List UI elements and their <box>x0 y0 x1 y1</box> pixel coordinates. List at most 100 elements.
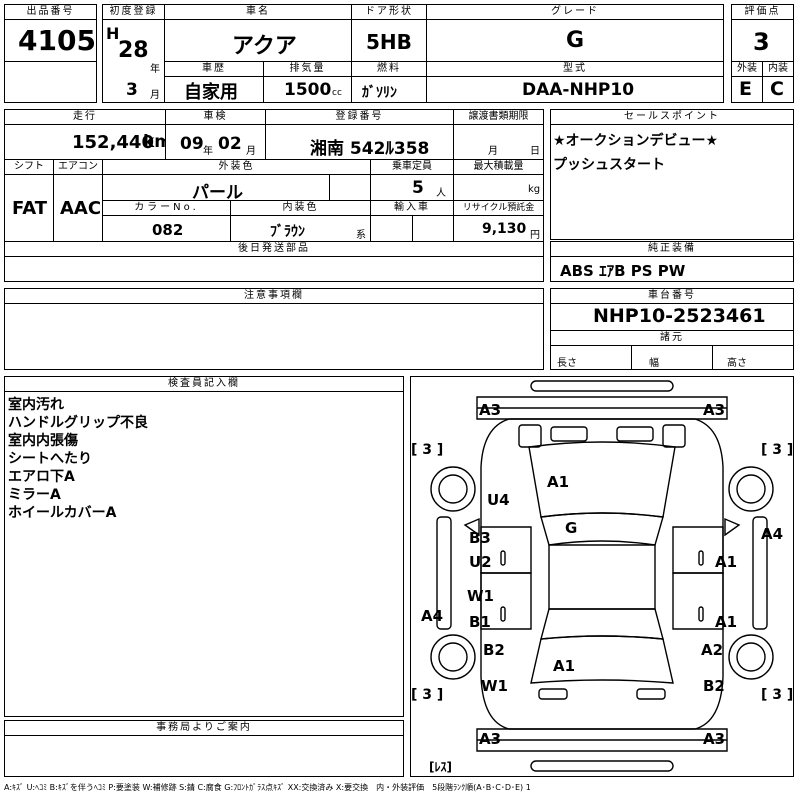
dims-label: 諸元 <box>550 330 794 346</box>
mark: A4 <box>421 607 443 625</box>
inspector-line: シートへたり <box>8 451 92 467</box>
shift-label: シフト <box>4 159 54 175</box>
mark: W1 <box>467 587 494 605</box>
mark: A1 <box>715 613 737 631</box>
lot-number: 4105 <box>18 24 96 57</box>
exterior-label: 外装 <box>731 61 763 77</box>
office-label: 事務局よりご案内 <box>4 720 404 736</box>
inspection-year-unit: 年 <box>203 146 213 157</box>
mark: A3 <box>479 730 501 748</box>
transfer-month-unit: 月 <box>488 146 498 157</box>
recycle-unit: 円 <box>530 230 540 241</box>
mark: A3 <box>479 401 501 419</box>
mark: B2 <box>483 641 505 659</box>
inspection-month: 02 <box>218 134 242 154</box>
notes-box <box>4 303 544 370</box>
mark: [ 3 ] <box>411 687 443 703</box>
capacity-unit: 人 <box>436 188 446 199</box>
office-box <box>4 735 404 777</box>
model-label: 型式 <box>426 61 724 77</box>
inspector-line: ミラーA <box>8 487 61 503</box>
aircon-value: AAC <box>60 198 102 219</box>
recycle-value: 9,130 <box>482 221 527 237</box>
color-label: 外装色 <box>102 159 371 175</box>
inspection-month-unit: 月 <box>246 146 256 157</box>
chassis-value: NHP10-2523461 <box>593 305 766 327</box>
mark: [ 3 ] <box>411 442 443 458</box>
car-name-value: アクア <box>232 34 297 59</box>
mark: G <box>565 519 577 537</box>
car-name-label: 車名 <box>164 4 352 20</box>
color-divider <box>329 174 330 201</box>
plate-label: 登録番号 <box>265 109 454 125</box>
first-reg-year-unit: 年 <box>150 64 160 75</box>
import-divider <box>412 215 413 242</box>
fuel-label: 燃料 <box>351 61 427 77</box>
inspector-line: ホイールカバーA <box>8 505 117 521</box>
mark: A4 <box>761 525 783 543</box>
int-color-label: 内装色 <box>230 200 371 216</box>
sales-point-label: セールスポイント <box>550 109 794 125</box>
first-reg-month: 3 <box>126 80 138 100</box>
dims-divider <box>631 345 632 370</box>
dims-length-label: 長さ <box>557 358 577 369</box>
door-value: 5HB <box>366 30 412 54</box>
inspector-line: ハンドルグリップ不良 <box>8 415 148 431</box>
exterior-value: E <box>739 78 752 100</box>
dims-height-label: 高さ <box>727 358 747 369</box>
mark: A3 <box>703 730 725 748</box>
capacity-value: 5 <box>412 178 424 198</box>
grade-label: グレード <box>426 4 724 20</box>
mark: [ 3 ] <box>761 687 793 703</box>
plate-value: 湘南 542ﾙ358 <box>310 139 430 159</box>
score-value: 3 <box>753 28 770 56</box>
notes-label: 注意事項欄 <box>4 288 544 304</box>
mark: [ﾚｽ] <box>429 760 452 774</box>
damage-diagram: A3 A3 [ 3 ] [ 3 ] A1 U4 G A4 B3 U2 A1 W1… <box>410 376 794 777</box>
color-no-value: 082 <box>152 221 184 239</box>
mark: B1 <box>469 613 491 631</box>
sales-point-line: ★オークションデビュー★ <box>553 133 719 149</box>
inspection-year: 09 <box>180 134 204 154</box>
dims-box <box>550 345 794 370</box>
interior-value: C <box>770 78 784 100</box>
mark: B3 <box>469 529 491 547</box>
mark: U2 <box>469 553 492 571</box>
mark: A2 <box>701 641 723 659</box>
lot-lower-box <box>4 61 97 103</box>
mark: [ 3 ] <box>761 442 793 458</box>
mileage-label: 走行 <box>4 109 166 125</box>
history-label: 車歴 <box>164 61 264 77</box>
inspector-line: エアロ下A <box>8 469 75 485</box>
chassis-label: 車台番号 <box>550 288 794 304</box>
max-load-unit: kg <box>528 184 541 195</box>
door-label: ドア形状 <box>351 4 427 20</box>
mark: A1 <box>715 553 737 571</box>
displacement-label: 排気量 <box>263 61 352 77</box>
capacity-label: 乗車定員 <box>370 159 454 175</box>
mark: U4 <box>487 491 510 509</box>
later-parts-label: 後日発送部品 <box>4 241 544 257</box>
lot-label: 出品番号 <box>4 4 97 20</box>
grade-value: G <box>566 28 585 53</box>
displacement-unit: cc <box>332 88 342 98</box>
first-reg-label: 初度登録 <box>102 4 165 20</box>
first-reg-month-unit: 月 <box>150 90 160 101</box>
damage-marks: A3 A3 [ 3 ] [ 3 ] A1 U4 G A4 B3 U2 A1 W1… <box>411 401 793 774</box>
interior-label: 内装 <box>762 61 794 77</box>
mark: A3 <box>703 401 725 419</box>
legend: A:ｷｽﾞ U:ﾍｺﾐ B:ｷｽﾞを伴うﾍｺﾐ P:要塗装 W:補修跡 S:錆 … <box>4 783 531 792</box>
mark: W1 <box>481 677 508 695</box>
score-label: 評価点 <box>731 4 794 20</box>
shift-value: FAT <box>12 198 48 219</box>
model-value: DAA-NHP10 <box>522 80 635 100</box>
transfer-day-unit: 日 <box>530 146 540 157</box>
inspector-line: 室内汚れ <box>8 397 64 413</box>
displacement-value: 1500 <box>284 80 332 100</box>
history-value: 自家用 <box>184 82 238 103</box>
max-load-label: 最大積載量 <box>453 159 544 175</box>
fuel-value: ｶﾞｿﾘﾝ <box>362 85 397 101</box>
aircon-label: エアコン <box>53 159 103 175</box>
inspector-label: 検査員記入欄 <box>4 376 404 392</box>
transfer-label: 譲渡書類期限 <box>453 109 544 125</box>
